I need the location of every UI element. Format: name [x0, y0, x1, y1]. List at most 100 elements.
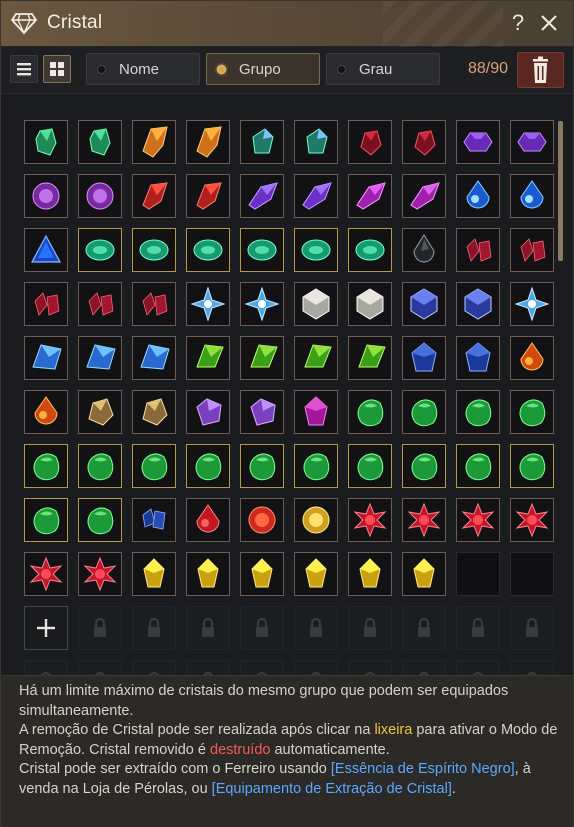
- crystal-slot-green-oval[interactable]: [294, 228, 338, 272]
- crystal-slot-blue-drop[interactable]: [456, 174, 500, 218]
- close-icon[interactable]: [537, 11, 561, 35]
- crystal-slot-dark-ruby-cluster[interactable]: [78, 282, 122, 326]
- locked-slot[interactable]: [402, 660, 446, 675]
- crystal-slot-amber-shard[interactable]: [186, 120, 230, 164]
- crystal-slot-green-stone[interactable]: [510, 390, 554, 434]
- crystal-slot-dark-ruby-cluster[interactable]: [510, 228, 554, 272]
- crystal-slot-blue-triangle[interactable]: [24, 228, 68, 272]
- empty-slot[interactable]: [456, 552, 500, 596]
- crystal-slot-violet-shard[interactable]: [240, 174, 284, 218]
- crystal-slot-ruby-dark[interactable]: [402, 120, 446, 164]
- locked-slot[interactable]: [294, 660, 338, 675]
- crystal-slot-red-star[interactable]: [510, 498, 554, 542]
- locked-slot[interactable]: [240, 660, 284, 675]
- crystal-slot-green-kite[interactable]: [294, 336, 338, 380]
- crystal-slot-red-star[interactable]: [78, 552, 122, 596]
- crystal-slot-sapphire-cluster[interactable]: [132, 498, 176, 542]
- crystal-slot-green-oval[interactable]: [132, 228, 176, 272]
- crystal-slot-yellow-crystal[interactable]: [294, 552, 338, 596]
- crystal-slot-red-star[interactable]: [456, 498, 500, 542]
- list-view-button[interactable]: [10, 55, 38, 83]
- locked-slot[interactable]: [456, 660, 500, 675]
- crystal-slot-teal-gem[interactable]: [294, 120, 338, 164]
- crystal-slot-red-star[interactable]: [348, 498, 392, 542]
- crystal-slot-fire-drop[interactable]: [24, 390, 68, 434]
- locked-slot[interactable]: [348, 606, 392, 650]
- item-link-extraction-equipment[interactable]: [Equipamento de Extração de Cristal]: [212, 781, 452, 797]
- locked-slot[interactable]: [78, 606, 122, 650]
- locked-slot[interactable]: [186, 606, 230, 650]
- crystal-slot-green-oval[interactable]: [78, 228, 122, 272]
- locked-slot[interactable]: [78, 660, 122, 675]
- crystal-slot-blue-prism[interactable]: [132, 336, 176, 380]
- crystal-slot-red-sun[interactable]: [240, 498, 284, 542]
- crystal-slot-emerald-dark[interactable]: [24, 120, 68, 164]
- crystal-slot-red-drop[interactable]: [186, 498, 230, 542]
- locked-slot[interactable]: [132, 660, 176, 675]
- crystal-slot-blue-prism[interactable]: [24, 336, 68, 380]
- crystal-slot-yellow-crystal[interactable]: [240, 552, 284, 596]
- crystal-slot-green-stone[interactable]: [240, 444, 284, 488]
- crystal-slot-green-stone[interactable]: [132, 444, 176, 488]
- crystal-slot-navy-star[interactable]: [456, 336, 500, 380]
- crystal-slot-green-stone[interactable]: [348, 390, 392, 434]
- crystal-slot-green-oval[interactable]: [240, 228, 284, 272]
- crystal-slot-red-star[interactable]: [402, 498, 446, 542]
- crystal-slot-silver-cube[interactable]: [294, 282, 338, 326]
- crystal-slot-amethyst-round[interactable]: [78, 174, 122, 218]
- crystal-slot-green-stone[interactable]: [456, 444, 500, 488]
- crystal-slot-dark-ruby-cluster[interactable]: [456, 228, 500, 272]
- crystal-slot-yellow-crystal[interactable]: [132, 552, 176, 596]
- crystal-slot-green-stone[interactable]: [348, 444, 392, 488]
- crystal-slot-gold-chunk[interactable]: [132, 390, 176, 434]
- locked-slot[interactable]: [132, 606, 176, 650]
- crystal-slot-teal-gem[interactable]: [240, 120, 284, 164]
- crystal-slot-red-star[interactable]: [24, 552, 68, 596]
- crystal-slot-blue-cube[interactable]: [402, 282, 446, 326]
- help-icon[interactable]: ?: [507, 10, 529, 36]
- locked-slot[interactable]: [24, 660, 68, 675]
- crystal-slot-green-kite[interactable]: [186, 336, 230, 380]
- locked-slot[interactable]: [240, 606, 284, 650]
- crystal-slot-green-stone[interactable]: [510, 444, 554, 488]
- crystal-slot-purple-gem[interactable]: [186, 390, 230, 434]
- locked-slot[interactable]: [294, 606, 338, 650]
- crystal-slot-ice-star[interactable]: [240, 282, 284, 326]
- sort-by-grade-button[interactable]: Grau: [326, 53, 440, 85]
- crystal-slot-silver-cube[interactable]: [348, 282, 392, 326]
- crystal-slot-ruby-dark[interactable]: [348, 120, 392, 164]
- crystal-slot-green-stone[interactable]: [456, 390, 500, 434]
- crystal-slot-green-oval[interactable]: [186, 228, 230, 272]
- locked-slot[interactable]: [186, 660, 230, 675]
- crystal-slot-amethyst-round[interactable]: [24, 174, 68, 218]
- crystal-slot-purple-gem[interactable]: [240, 390, 284, 434]
- crystal-slot-green-stone[interactable]: [24, 498, 68, 542]
- crystal-slot-yellow-crystal[interactable]: [348, 552, 392, 596]
- crystal-slot-green-oval[interactable]: [348, 228, 392, 272]
- crystal-slot-violet-shard[interactable]: [294, 174, 338, 218]
- crystal-slot-red-shard[interactable]: [186, 174, 230, 218]
- crystal-slot-green-kite[interactable]: [348, 336, 392, 380]
- crystal-slot-green-stone[interactable]: [186, 444, 230, 488]
- crystal-slot-ice-star[interactable]: [186, 282, 230, 326]
- crystal-slot-magenta-shard[interactable]: [348, 174, 392, 218]
- crystal-slot-green-stone[interactable]: [24, 444, 68, 488]
- crystal-slot-yellow-crystal[interactable]: [186, 552, 230, 596]
- crystal-slot-amber-shard[interactable]: [132, 120, 176, 164]
- locked-slot[interactable]: [510, 660, 554, 675]
- crystal-slot-green-stone[interactable]: [402, 444, 446, 488]
- crystal-slot-green-stone[interactable]: [78, 498, 122, 542]
- locked-slot[interactable]: [402, 606, 446, 650]
- crystal-slot-blue-prism[interactable]: [78, 336, 122, 380]
- grid-view-button[interactable]: [43, 55, 71, 83]
- sort-by-name-button[interactable]: Nome: [86, 53, 200, 85]
- locked-slot[interactable]: [510, 606, 554, 650]
- scrollbar[interactable]: [558, 121, 563, 261]
- title-bar[interactable]: Cristal ?: [1, 1, 573, 47]
- crystal-slot-blue-cube[interactable]: [456, 282, 500, 326]
- empty-slot[interactable]: [510, 552, 554, 596]
- item-link-essence[interactable]: [Essência de Espírito Negro]: [331, 761, 515, 777]
- crystal-slot-dark-ruby-cluster[interactable]: [24, 282, 68, 326]
- crystal-slot-navy-star[interactable]: [402, 336, 446, 380]
- crystal-slot-green-stone[interactable]: [402, 390, 446, 434]
